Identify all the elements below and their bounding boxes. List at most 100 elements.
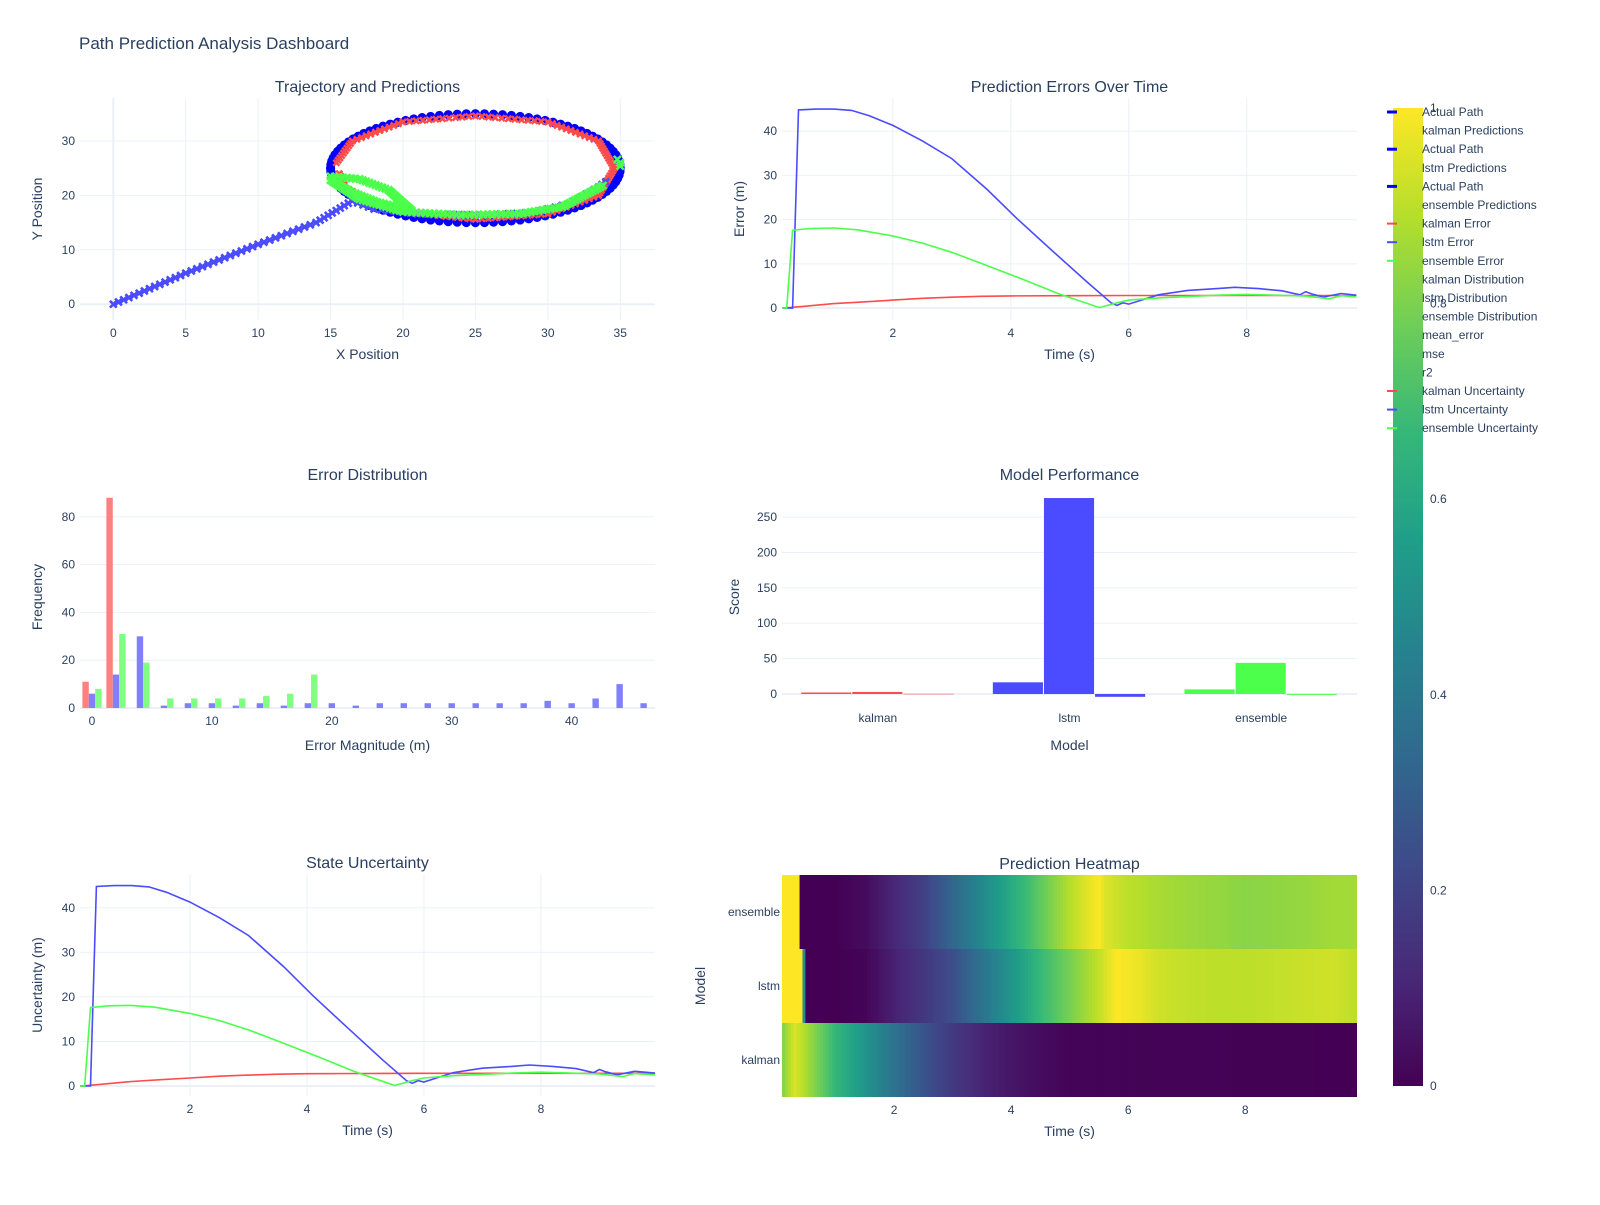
legend-item[interactable]: kalman Predictions xyxy=(1422,124,1523,138)
x-tick-label: 4 xyxy=(1007,326,1014,340)
uncertainty-plot-area xyxy=(80,884,655,1087)
legend-label: Actual Path xyxy=(1422,142,1483,156)
histogram-bar-ensemble xyxy=(215,698,222,708)
dashboard-title: Path Prediction Analysis Dashboard xyxy=(79,34,349,53)
legend-item[interactable]: lstm Predictions xyxy=(1422,161,1507,175)
x-tick-label: 15 xyxy=(324,326,338,340)
histogram-bar-ensemble xyxy=(119,633,126,708)
colorbar-tick-label: 0.6 xyxy=(1430,492,1447,506)
x-tick-label: 0 xyxy=(89,714,96,728)
y-tick-label: 0 xyxy=(68,297,75,311)
y-tick-label: 50 xyxy=(764,652,778,666)
performance-bar-ensemble-mean_error xyxy=(1184,689,1235,694)
legend-item[interactable]: r2 xyxy=(1422,365,1433,379)
y-tick-label: 40 xyxy=(764,124,778,138)
trajectory-ylabel: Y Position xyxy=(29,178,45,241)
legend-label: kalman Error xyxy=(1422,217,1491,231)
y-tick-label: 0 xyxy=(68,1079,75,1093)
x-tick-label: 6 xyxy=(1125,1103,1132,1117)
legend-label: lstm Distribution xyxy=(1422,291,1507,305)
y-tick-label: 30 xyxy=(764,168,778,182)
y-tick-label: 40 xyxy=(62,605,76,619)
row-label: lstm xyxy=(758,979,780,993)
heatmap-cell xyxy=(1355,875,1357,949)
trajectory-chart: Trajectory and Predictions X Position Y Po… xyxy=(29,79,655,362)
performance-bar-kalman-mse xyxy=(852,691,903,694)
x-tick-label: 6 xyxy=(421,1102,428,1116)
y-tick-label: 0 xyxy=(68,701,75,715)
legend-label: mean_error xyxy=(1422,328,1484,342)
legend-label: kalman Predictions xyxy=(1422,124,1523,138)
x-tick-label: 10 xyxy=(251,326,265,340)
y-tick-label: 20 xyxy=(764,213,778,227)
y-tick-label: 10 xyxy=(764,257,778,271)
histogram-bar-lstm xyxy=(520,703,527,708)
y-tick-label: 0 xyxy=(770,687,777,701)
uncertainty-xlabel: Time (s) xyxy=(342,1122,393,1138)
x-tick-label: 10 xyxy=(205,714,219,728)
errors-chart: Prediction Errors Over Time Time (s) Error… xyxy=(731,79,1357,362)
legend-item[interactable]: ensemble Distribution xyxy=(1422,310,1537,324)
y-tick-label: 100 xyxy=(757,616,777,630)
performance-bar-kalman-mean_error xyxy=(801,692,852,694)
performance-bar-lstm-mean_error xyxy=(992,682,1043,694)
histogram-bar-lstm xyxy=(640,703,647,708)
x-tick-label: 5 xyxy=(182,326,189,340)
x-tick-label: 8 xyxy=(1242,1103,1249,1117)
legend-item[interactable]: mse xyxy=(1422,347,1445,361)
heatmap-plot-area xyxy=(782,875,1357,1097)
errors-ylabel: Error (m) xyxy=(731,181,747,237)
uncertainty-chart: State Uncertainty Time (s) Uncertainty (m)… xyxy=(29,855,655,1138)
histogram-bar-lstm xyxy=(136,636,144,708)
legend-label: lstm Uncertainty xyxy=(1422,403,1508,417)
performance-plot-area xyxy=(801,498,1337,697)
distribution-plot-area xyxy=(82,497,647,708)
heatmap-chart: Prediction Heatmap Time (s) Model 2 4 6 8 ensem… xyxy=(692,856,1357,1139)
heatmap-xlabel: Time (s) xyxy=(1044,1123,1095,1139)
x-tick-label: 30 xyxy=(445,714,459,728)
histogram-bar-lstm xyxy=(496,703,503,708)
x-tick-label: 2 xyxy=(891,1103,898,1117)
performance-bar-lstm-mse xyxy=(1043,498,1095,694)
legend-label: kalman Distribution xyxy=(1422,272,1524,286)
histogram-bar-lstm xyxy=(112,674,120,708)
x-tick-label: 25 xyxy=(469,326,483,340)
legend-item[interactable]: mean_error xyxy=(1422,328,1484,342)
legend-item[interactable]: kalman Distribution xyxy=(1422,272,1524,286)
category-label: ensemble xyxy=(1235,711,1287,725)
uncertainty-title: State Uncertainty xyxy=(306,855,429,872)
legend-item[interactable]: lstm Distribution xyxy=(1422,291,1507,305)
x-tick-label: 40 xyxy=(565,714,579,728)
heatmap-cell xyxy=(1355,1023,1357,1097)
x-tick-label: 6 xyxy=(1125,326,1132,340)
histogram-bar-lstm xyxy=(400,703,407,708)
x-tick-label: 20 xyxy=(396,326,410,340)
y-tick-label: 150 xyxy=(757,581,777,595)
histogram-bar-kalman xyxy=(82,681,89,708)
legend-label: ensemble Uncertainty xyxy=(1422,421,1538,435)
legend-item[interactable]: ensemble Predictions xyxy=(1422,198,1537,212)
y-tick-label: 250 xyxy=(757,510,777,524)
legend-label: ensemble Predictions xyxy=(1422,198,1537,212)
histogram-bar-lstm xyxy=(232,705,240,708)
x-tick-label: 20 xyxy=(325,714,339,728)
histogram-bar-ensemble xyxy=(239,698,246,708)
y-tick-label: 40 xyxy=(62,901,76,915)
histogram-bar-lstm xyxy=(472,703,479,708)
errors-title: Prediction Errors Over Time xyxy=(971,79,1168,96)
performance-bar-lstm-r2 xyxy=(1095,693,1146,697)
x-tick-label: 2 xyxy=(890,326,897,340)
distribution-ylabel: Frequency xyxy=(29,564,45,630)
colorbar-tick-label: 0.4 xyxy=(1430,688,1447,702)
x-tick-label: 2 xyxy=(187,1102,194,1116)
histogram-bar-lstm xyxy=(376,703,383,708)
performance-bar-ensemble-r2 xyxy=(1286,693,1337,695)
histogram-bar-lstm xyxy=(328,703,336,708)
legend-label: kalman Uncertainty xyxy=(1422,384,1525,398)
colorbar: 00.20.40.60.81 xyxy=(1393,101,1447,1093)
performance-chart: Model Performance Model Score 0 50 100 150 200 2… xyxy=(726,467,1357,753)
distribution-chart: Error Distribution Error Magnitude (m) Fre… xyxy=(29,467,655,753)
x-tick-label: 4 xyxy=(1008,1103,1015,1117)
legend-label: lstm Predictions xyxy=(1422,161,1507,175)
x-tick-label: 30 xyxy=(541,326,555,340)
